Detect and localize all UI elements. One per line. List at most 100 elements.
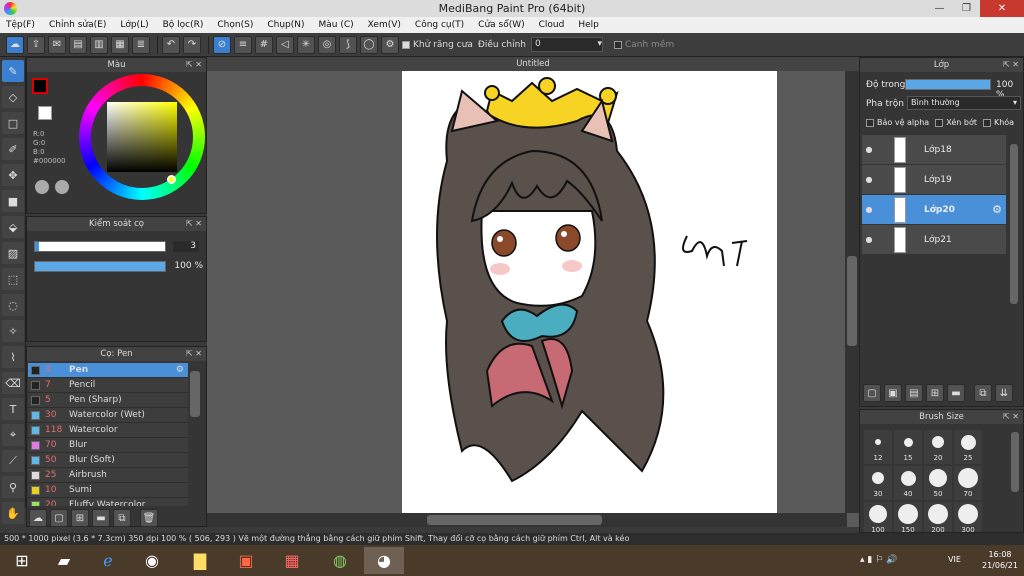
text-tool-icon[interactable]: T — [2, 398, 24, 420]
close-button[interactable]: ✕ — [980, 0, 1024, 17]
brush-size-option[interactable]: 300 — [954, 502, 982, 532]
medibang-taskbar-icon[interactable]: ◕ — [364, 547, 404, 574]
chrome-icon[interactable]: ◉ — [132, 547, 172, 574]
layer-item[interactable]: ● Lớp19 — [862, 165, 1006, 194]
list-icon[interactable]: ≣ — [132, 35, 150, 54]
lock-checkbox[interactable] — [982, 118, 991, 127]
brush-size-option[interactable]: 200 — [924, 502, 952, 532]
trash-icon[interactable]: 🗑 — [140, 509, 158, 527]
menu-item[interactable]: Công cụ(T) — [415, 20, 464, 30]
visibility-eye-icon[interactable]: ● — [862, 145, 876, 154]
panel-close-icon[interactable]: ⇱ ✕ — [186, 58, 202, 72]
duplicate-icon[interactable]: ⧉ — [113, 509, 131, 527]
comment-icon[interactable]: ▤ — [69, 35, 87, 54]
antialias-checkbox[interactable] — [402, 40, 410, 49]
circle-snap-icon[interactable]: ◎ — [318, 35, 336, 54]
brush-size-option[interactable]: 15 — [894, 430, 922, 464]
brush-size-slider[interactable] — [34, 241, 166, 252]
visibility-eye-icon[interactable]: ● — [862, 175, 876, 184]
brush-size-value[interactable]: 3 — [173, 241, 199, 252]
layer-item[interactable]: ● Lớp21 — [862, 225, 1006, 254]
brush-item[interactable]: 25 Airbrush — [28, 468, 188, 483]
maximize-button[interactable]: ❐ — [953, 0, 980, 17]
undo-icon[interactable]: ↶ — [162, 35, 180, 54]
page-icon[interactable]: ▥ — [90, 35, 108, 54]
add-layer-menu-icon[interactable]: ⊞ — [926, 384, 944, 402]
duplicate-layer-icon[interactable]: ⧉ — [974, 384, 992, 402]
layer-opacity-slider[interactable] — [905, 79, 991, 90]
perspective-snap-icon[interactable]: ◁ — [276, 35, 294, 54]
magic-wand-tool-icon[interactable]: ✧ — [2, 320, 24, 342]
layer-item[interactable]: ● Lớp20 ⚙ — [862, 195, 1006, 224]
menu-item[interactable]: Bộ lọc(R) — [163, 20, 204, 30]
protect-alpha-checkbox[interactable] — [866, 118, 874, 127]
menu-item[interactable]: Cửa sổ(W) — [478, 20, 524, 30]
brush-settings-gear-icon[interactable]: ⚙ — [176, 365, 184, 375]
messenger-icon[interactable]: ◍ — [320, 547, 360, 574]
layer-item[interactable]: ● Lớp18 — [862, 135, 1006, 164]
palette-add-icon[interactable] — [55, 180, 69, 194]
palette-icon[interactable] — [35, 180, 49, 194]
secondary-color-swatch[interactable] — [38, 106, 52, 120]
add-brush-icon[interactable]: ⊞ — [71, 509, 89, 527]
move-tool-icon[interactable]: ✥ — [2, 164, 24, 186]
lasso-tool-icon[interactable]: ◌ — [2, 294, 24, 316]
cloud-icon[interactable]: ☁ — [6, 35, 24, 54]
pen-tool-icon[interactable]: ✐ — [2, 138, 24, 160]
minimize-button[interactable]: — — [926, 0, 953, 17]
canvas-horizontal-scrollbar[interactable] — [207, 513, 847, 527]
brush-size-option[interactable]: 70 — [954, 466, 982, 500]
grid-page-icon[interactable]: ▦ — [111, 35, 129, 54]
clock[interactable]: 16:08 21/06/21 — [982, 549, 1018, 571]
saturation-value-square[interactable] — [107, 102, 177, 172]
visibility-eye-icon[interactable]: ● — [862, 205, 876, 214]
new-8bit-layer-icon[interactable]: ▤ — [905, 384, 923, 402]
brush-item[interactable]: 3 Pen ⚙ — [28, 363, 188, 378]
menu-item[interactable]: Chụp(N) — [267, 20, 304, 30]
menu-item[interactable]: Chọn(S) — [217, 20, 253, 30]
chat-icon[interactable]: ✉ — [48, 35, 66, 54]
new-layer-icon[interactable]: ▢ — [863, 384, 881, 402]
bucket-tool-icon[interactable]: ⬙ — [2, 216, 24, 238]
eyedropper-tool-icon[interactable]: ⚲ — [2, 476, 24, 498]
adjust-input[interactable]: 0 ▾ — [530, 37, 603, 52]
input-language[interactable]: VIE — [948, 555, 961, 564]
select-rect-tool-icon[interactable]: ⬚ — [2, 268, 24, 290]
panel-close-icon[interactable]: ⇱ ✕ — [1003, 410, 1019, 424]
brush-item[interactable]: 70 Blur — [28, 438, 188, 453]
brush-opacity-slider[interactable] — [34, 261, 166, 272]
menu-item[interactable]: Tệp(F) — [6, 20, 35, 30]
hand-tool-icon[interactable]: ✋ — [2, 502, 24, 524]
brush-size-option[interactable]: 20 — [924, 430, 952, 464]
select-eraser-tool-icon[interactable]: ⌫ — [2, 372, 24, 394]
ellipse-snap-icon[interactable]: ◯ — [360, 35, 378, 54]
parallel-snap-icon[interactable]: ≡ — [234, 35, 252, 54]
layer-folder-icon[interactable]: ▬ — [947, 384, 965, 402]
no-snap-icon[interactable]: ⊘ — [213, 35, 231, 54]
settings-gear-icon[interactable]: ⚙ — [381, 35, 399, 54]
cloud-brush-icon[interactable]: ☁ — [29, 509, 47, 527]
visibility-eye-icon[interactable]: ● — [862, 235, 876, 244]
radial-snap-icon[interactable]: ✳ — [297, 35, 315, 54]
folder-icon[interactable]: ▬ — [92, 509, 110, 527]
select-pen-tool-icon[interactable]: ⌇ — [2, 346, 24, 368]
menu-item[interactable]: Màu (C) — [319, 20, 354, 30]
dot-tool-icon[interactable]: □ — [2, 112, 24, 134]
brush-item[interactable]: 10 Sumi — [28, 483, 188, 498]
clip-checkbox[interactable] — [935, 118, 944, 127]
divide-tool-icon[interactable]: ⟋ — [2, 450, 24, 472]
new-brush-icon[interactable]: ▢ — [50, 509, 68, 527]
brush-item[interactable]: 5 Pen (Sharp) — [28, 393, 188, 408]
app-grid-icon[interactable]: ▦ — [272, 547, 312, 574]
canvas-tab[interactable]: Untitled — [207, 57, 859, 71]
brush-item[interactable]: 7 Pencil — [28, 378, 188, 393]
eraser-tool-icon[interactable]: ◇ — [2, 86, 24, 108]
gradient-tool-icon[interactable]: ▨ — [2, 242, 24, 264]
panel-close-icon[interactable]: ⇱ ✕ — [186, 347, 202, 361]
export-icon[interactable]: ⇪ — [27, 35, 45, 54]
brush-item[interactable]: 20 Fluffy Watercolor — [28, 498, 188, 506]
grid-snap-icon[interactable]: # — [255, 35, 273, 54]
hue-picker-handle[interactable] — [167, 175, 176, 184]
brush-size-scrollbar[interactable] — [1011, 432, 1019, 492]
brush-size-option[interactable]: 25 — [954, 430, 982, 464]
